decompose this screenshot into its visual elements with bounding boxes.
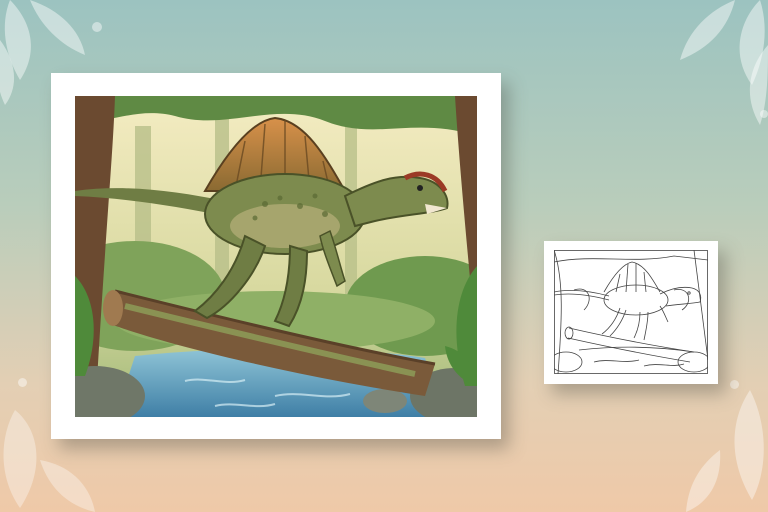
bokeh-dot — [760, 110, 768, 118]
bokeh-dot — [730, 380, 739, 389]
bokeh-dot — [18, 378, 27, 387]
lineart-artwork — [554, 250, 708, 374]
leaf-branch-icon — [686, 390, 764, 512]
lineart-print-frame[interactable] — [544, 241, 718, 384]
color-artwork — [75, 96, 477, 417]
leaf-branch-icon — [680, 0, 768, 125]
color-print-frame[interactable] — [51, 73, 501, 439]
bokeh-dot — [92, 22, 102, 32]
